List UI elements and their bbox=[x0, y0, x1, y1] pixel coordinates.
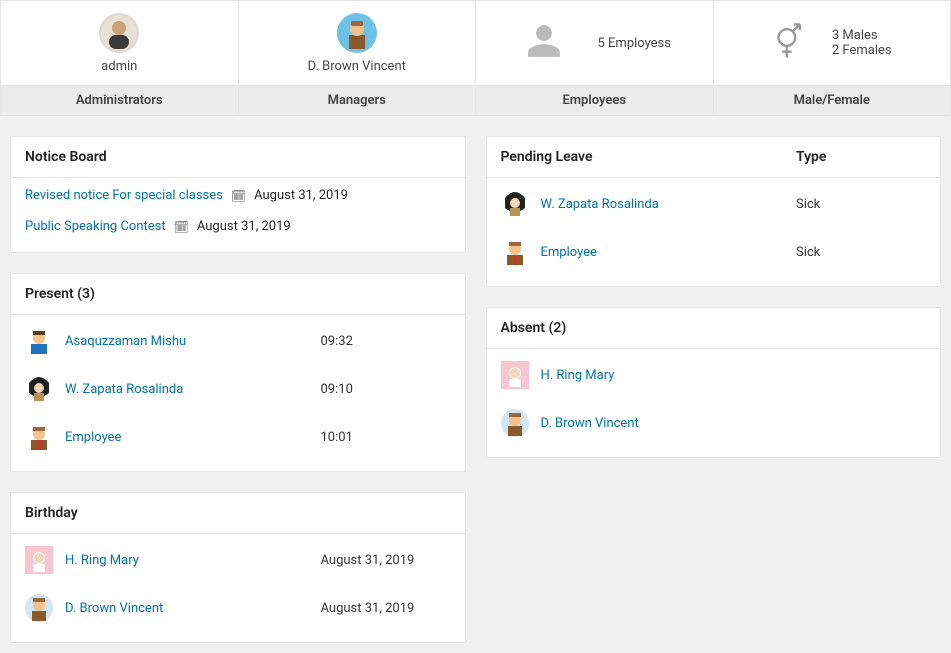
birthday-date: August 31, 2019 bbox=[321, 601, 451, 616]
stat-admin-footer: Administrators bbox=[1, 85, 238, 115]
present-name[interactable]: W. Zapata Rosalinda bbox=[65, 382, 183, 397]
absent-name[interactable]: D. Brown Vincent bbox=[541, 416, 639, 431]
gender-icon bbox=[772, 22, 804, 64]
pending-type-header: Type bbox=[796, 149, 926, 165]
calendar-icon: 🗓 bbox=[174, 220, 189, 234]
birthday-date: August 31, 2019 bbox=[321, 553, 451, 568]
pending-name[interactable]: Employee bbox=[541, 245, 597, 260]
absent-title: Absent (2) bbox=[501, 320, 567, 336]
stat-employee-footer: Employees bbox=[476, 85, 713, 115]
card-birthday: Birthday H. Ring Mary August 31, 2019 D.… bbox=[10, 492, 466, 643]
notice-date: August 31, 2019 bbox=[254, 188, 348, 203]
present-row: W. Zapata Rosalinda 09:10 bbox=[11, 365, 465, 413]
stat-gender[interactable]: 3 Males 2 Females Male/Female bbox=[713, 0, 951, 116]
notice-title: Notice Board bbox=[25, 149, 107, 165]
avatar bbox=[25, 375, 53, 403]
stat-employees[interactable]: 5 Employess Employees bbox=[475, 0, 713, 116]
avatar bbox=[501, 238, 529, 266]
pending-type: Sick bbox=[796, 245, 926, 260]
stat-manager-label: D. Brown Vincent bbox=[308, 59, 406, 74]
stat-employee-count: 5 Employess bbox=[598, 36, 671, 51]
notice-row: Revised notice For special classes 🗓 Aug… bbox=[11, 180, 465, 211]
present-time: 09:32 bbox=[321, 334, 451, 349]
notice-link[interactable]: Revised notice For special classes bbox=[25, 188, 223, 203]
stat-gender-footer: Male/Female bbox=[714, 85, 951, 115]
stat-males: 3 Males bbox=[832, 28, 892, 43]
avatar-admin bbox=[99, 13, 139, 53]
left-column: Notice Board Revised notice For special … bbox=[10, 136, 466, 643]
birthday-row: D. Brown Vincent August 31, 2019 bbox=[11, 584, 465, 632]
present-name[interactable]: Employee bbox=[65, 430, 121, 445]
avatar bbox=[501, 361, 529, 389]
stat-manager-footer: Managers bbox=[239, 85, 476, 115]
present-time: 10:01 bbox=[321, 430, 451, 445]
present-row: Employee 10:01 bbox=[11, 413, 465, 461]
present-row: Asaquzzaman Mishu 09:32 bbox=[11, 317, 465, 365]
pending-row: W. Zapata Rosalinda Sick bbox=[487, 180, 941, 228]
top-stats-bar: admin Administrators D. Brown Vincent Ma… bbox=[0, 0, 951, 116]
birthday-row: H. Ring Mary August 31, 2019 bbox=[11, 536, 465, 584]
present-title: Present (3) bbox=[25, 286, 95, 302]
birthday-name[interactable]: H. Ring Mary bbox=[65, 553, 139, 568]
card-absent: Absent (2) H. Ring Mary D. Brown Vincent bbox=[486, 307, 942, 458]
pending-name[interactable]: W. Zapata Rosalinda bbox=[541, 197, 659, 212]
card-pending-leave: Pending Leave Type W. Zapata Rosalinda S… bbox=[486, 136, 942, 287]
birthday-title: Birthday bbox=[25, 505, 78, 521]
notice-row: Public Speaking Contest 🗓 August 31, 201… bbox=[11, 211, 465, 242]
calendar-icon: 🗓 bbox=[231, 189, 246, 203]
present-name[interactable]: Asaquzzaman Mishu bbox=[65, 334, 186, 349]
avatar bbox=[25, 327, 53, 355]
card-present: Present (3) Asaquzzaman Mishu 09:32 W. Z… bbox=[10, 273, 466, 472]
stat-admin-label: admin bbox=[101, 59, 137, 74]
avatar bbox=[25, 423, 53, 451]
avatar bbox=[501, 409, 529, 437]
absent-name[interactable]: H. Ring Mary bbox=[541, 368, 615, 383]
absent-row: H. Ring Mary bbox=[487, 351, 941, 399]
card-notice-board: Notice Board Revised notice For special … bbox=[10, 136, 466, 253]
stat-females: 2 Females bbox=[832, 43, 892, 58]
pending-title: Pending Leave bbox=[501, 149, 593, 165]
birthday-name[interactable]: D. Brown Vincent bbox=[65, 601, 163, 616]
absent-row: D. Brown Vincent bbox=[487, 399, 941, 447]
stat-managers[interactable]: D. Brown Vincent Managers bbox=[238, 0, 476, 116]
avatar bbox=[25, 594, 53, 622]
notice-link[interactable]: Public Speaking Contest bbox=[25, 219, 166, 234]
pending-row: Employee Sick bbox=[487, 228, 941, 276]
avatar bbox=[25, 546, 53, 574]
pending-type: Sick bbox=[796, 197, 926, 212]
notice-date: August 31, 2019 bbox=[197, 219, 291, 234]
present-time: 09:10 bbox=[321, 382, 451, 397]
avatar bbox=[501, 190, 529, 218]
people-icon bbox=[518, 22, 570, 64]
right-column: Pending Leave Type W. Zapata Rosalinda S… bbox=[486, 136, 942, 643]
dashboard-grid: Notice Board Revised notice For special … bbox=[0, 116, 951, 653]
avatar-manager bbox=[337, 13, 377, 53]
stat-administrators[interactable]: admin Administrators bbox=[0, 0, 238, 116]
